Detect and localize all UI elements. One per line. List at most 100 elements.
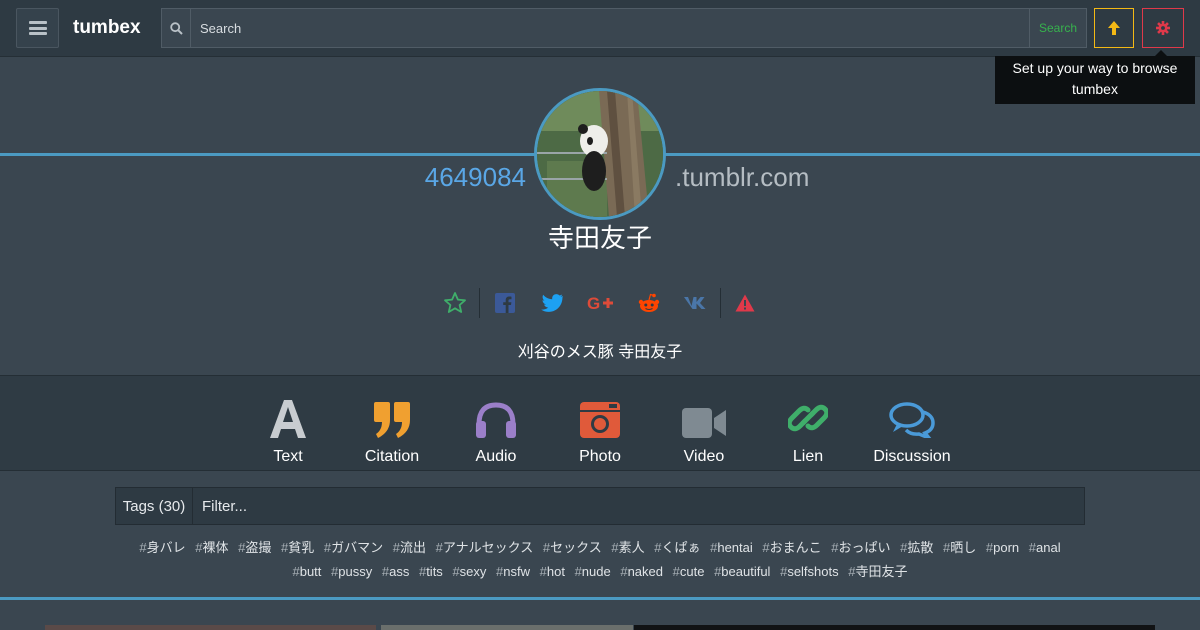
- type-label: Lien: [792, 448, 824, 465]
- report-button[interactable]: [730, 288, 760, 318]
- tag-link[interactable]: #アナルセックス: [436, 536, 534, 560]
- tag-label: おっぱい: [838, 540, 891, 555]
- tag-link[interactable]: #身バレ: [139, 536, 185, 560]
- brand-logo[interactable]: tumbex: [73, 17, 141, 39]
- tag-link[interactable]: #貧乳: [281, 536, 314, 560]
- tag-label: selfshots: [787, 564, 839, 579]
- tag-label: セックス: [550, 540, 602, 555]
- tag-link[interactable]: #naked: [620, 560, 663, 584]
- tag-label: nsfw: [503, 564, 530, 579]
- tag-label: hentai: [717, 540, 753, 555]
- reddit-icon: [638, 293, 660, 312]
- tag-link[interactable]: #ass: [382, 560, 409, 584]
- tag-link[interactable]: #porn: [986, 536, 1019, 560]
- type-text[interactable]: Text: [243, 398, 333, 466]
- tag-link[interactable]: #裸体: [195, 536, 228, 560]
- type-photo[interactable]: Photo: [555, 398, 645, 466]
- type-citation[interactable]: Citation: [347, 398, 437, 466]
- hash-icon: #: [611, 540, 619, 555]
- tag-link[interactable]: #盗撮: [238, 536, 271, 560]
- post-thumbnail[interactable]: [45, 625, 376, 630]
- tag-link[interactable]: #寺田友子: [848, 560, 907, 584]
- hash-icon: #: [1028, 540, 1037, 555]
- tag-link[interactable]: #cute: [673, 560, 705, 584]
- follow-button[interactable]: [440, 288, 470, 318]
- top-bar: tumbex Search: [0, 0, 1200, 57]
- tag-link[interactable]: #素人: [611, 536, 644, 560]
- facebook-icon: [495, 293, 515, 313]
- tag-link[interactable]: #晒し: [943, 536, 976, 560]
- tag-link[interactable]: #hot: [540, 560, 565, 584]
- tag-label: naked: [627, 564, 663, 579]
- tag-label: くぱぁ: [661, 540, 701, 555]
- hash-icon: #: [381, 564, 390, 579]
- tag-link[interactable]: #拡散: [900, 536, 933, 560]
- hash-icon: #: [292, 564, 300, 579]
- post-thumbnail[interactable]: [634, 625, 1155, 630]
- blog-domain: .tumblr.com: [675, 162, 810, 192]
- tag-link[interactable]: #おまんこ: [762, 536, 821, 560]
- tag-link[interactable]: #おっぱい: [831, 536, 890, 560]
- type-discussion[interactable]: Discussion: [867, 398, 957, 466]
- settings-tooltip: Set up your way to browse tumbex: [995, 50, 1195, 104]
- tags-filter-input[interactable]: [193, 488, 1084, 524]
- tag-link[interactable]: #ガバマン: [324, 536, 383, 560]
- tag-link[interactable]: #butt: [292, 560, 321, 584]
- avatar: [534, 88, 666, 220]
- search-bar: Search: [161, 8, 1087, 48]
- search-input[interactable]: [191, 9, 1030, 47]
- twitter-icon: [541, 294, 563, 312]
- tag-label: tits: [426, 564, 443, 579]
- tag-label: butt: [299, 564, 322, 579]
- type-label: Video: [683, 448, 725, 465]
- tags-bar: Tags (30): [115, 487, 1085, 525]
- tag-link[interactable]: #nude: [575, 560, 611, 584]
- scroll-top-button[interactable]: [1094, 8, 1134, 48]
- settings-button[interactable]: [1142, 8, 1184, 48]
- tag-link[interactable]: #tits: [419, 560, 443, 584]
- blog-id[interactable]: 4649084: [420, 162, 526, 193]
- tag-link[interactable]: #セックス: [543, 536, 602, 560]
- share-reddit[interactable]: [634, 288, 664, 318]
- menu-button[interactable]: [16, 8, 59, 48]
- hash-icon: #: [435, 540, 443, 555]
- tags-list: #身バレ #裸体 #盗撮 #貧乳 #ガバマン #流出 #アナルセックス #セック…: [115, 536, 1085, 584]
- tag-link[interactable]: #sexy: [452, 560, 486, 584]
- svg-text:G: G: [587, 294, 600, 312]
- tag-label: porn: [993, 540, 1020, 555]
- tag-link[interactable]: #beautiful: [714, 560, 770, 584]
- post-type-filter: Text Citation Audio Photo Video Lien Dis…: [0, 375, 1200, 471]
- tag-link[interactable]: #nsfw: [496, 560, 530, 584]
- video-camera-icon: [659, 398, 749, 438]
- tag-link[interactable]: #くぱぁ: [654, 536, 700, 560]
- tag-link[interactable]: #pussy: [331, 560, 372, 584]
- share-google-plus[interactable]: G: [586, 288, 616, 318]
- share-vk[interactable]: [681, 288, 711, 318]
- type-audio[interactable]: Audio: [451, 398, 541, 466]
- tag-label: cute: [679, 564, 705, 579]
- hash-icon: #: [452, 564, 460, 579]
- tag-label: ass: [389, 564, 410, 579]
- tag-link[interactable]: #selfshots: [780, 560, 839, 584]
- tag-link[interactable]: #流出: [393, 536, 426, 560]
- tag-link[interactable]: #anal: [1029, 536, 1061, 560]
- type-video[interactable]: Video: [659, 398, 749, 466]
- tag-link[interactable]: #hentai: [710, 536, 753, 560]
- blog-description: 刈谷のメス豚 寺田友子: [517, 344, 683, 361]
- post-thumbnail[interactable]: [381, 625, 633, 630]
- type-link[interactable]: Lien: [763, 398, 853, 466]
- share-twitter[interactable]: [537, 288, 567, 318]
- search-button[interactable]: Search: [1029, 9, 1086, 47]
- tags-count[interactable]: Tags (30): [116, 488, 193, 524]
- content-divider: [0, 597, 1200, 600]
- share-facebook[interactable]: [490, 288, 520, 318]
- tag-label: 素人: [618, 540, 645, 555]
- type-label: Citation: [364, 448, 420, 465]
- tag-label: hot: [546, 564, 565, 579]
- arrow-up-icon: [1108, 21, 1120, 35]
- divider: [720, 288, 721, 318]
- vk-icon: [684, 297, 706, 309]
- gear-icon: [1156, 21, 1170, 35]
- tag-label: 晒し: [950, 540, 977, 555]
- tag-label: nude: [581, 564, 611, 579]
